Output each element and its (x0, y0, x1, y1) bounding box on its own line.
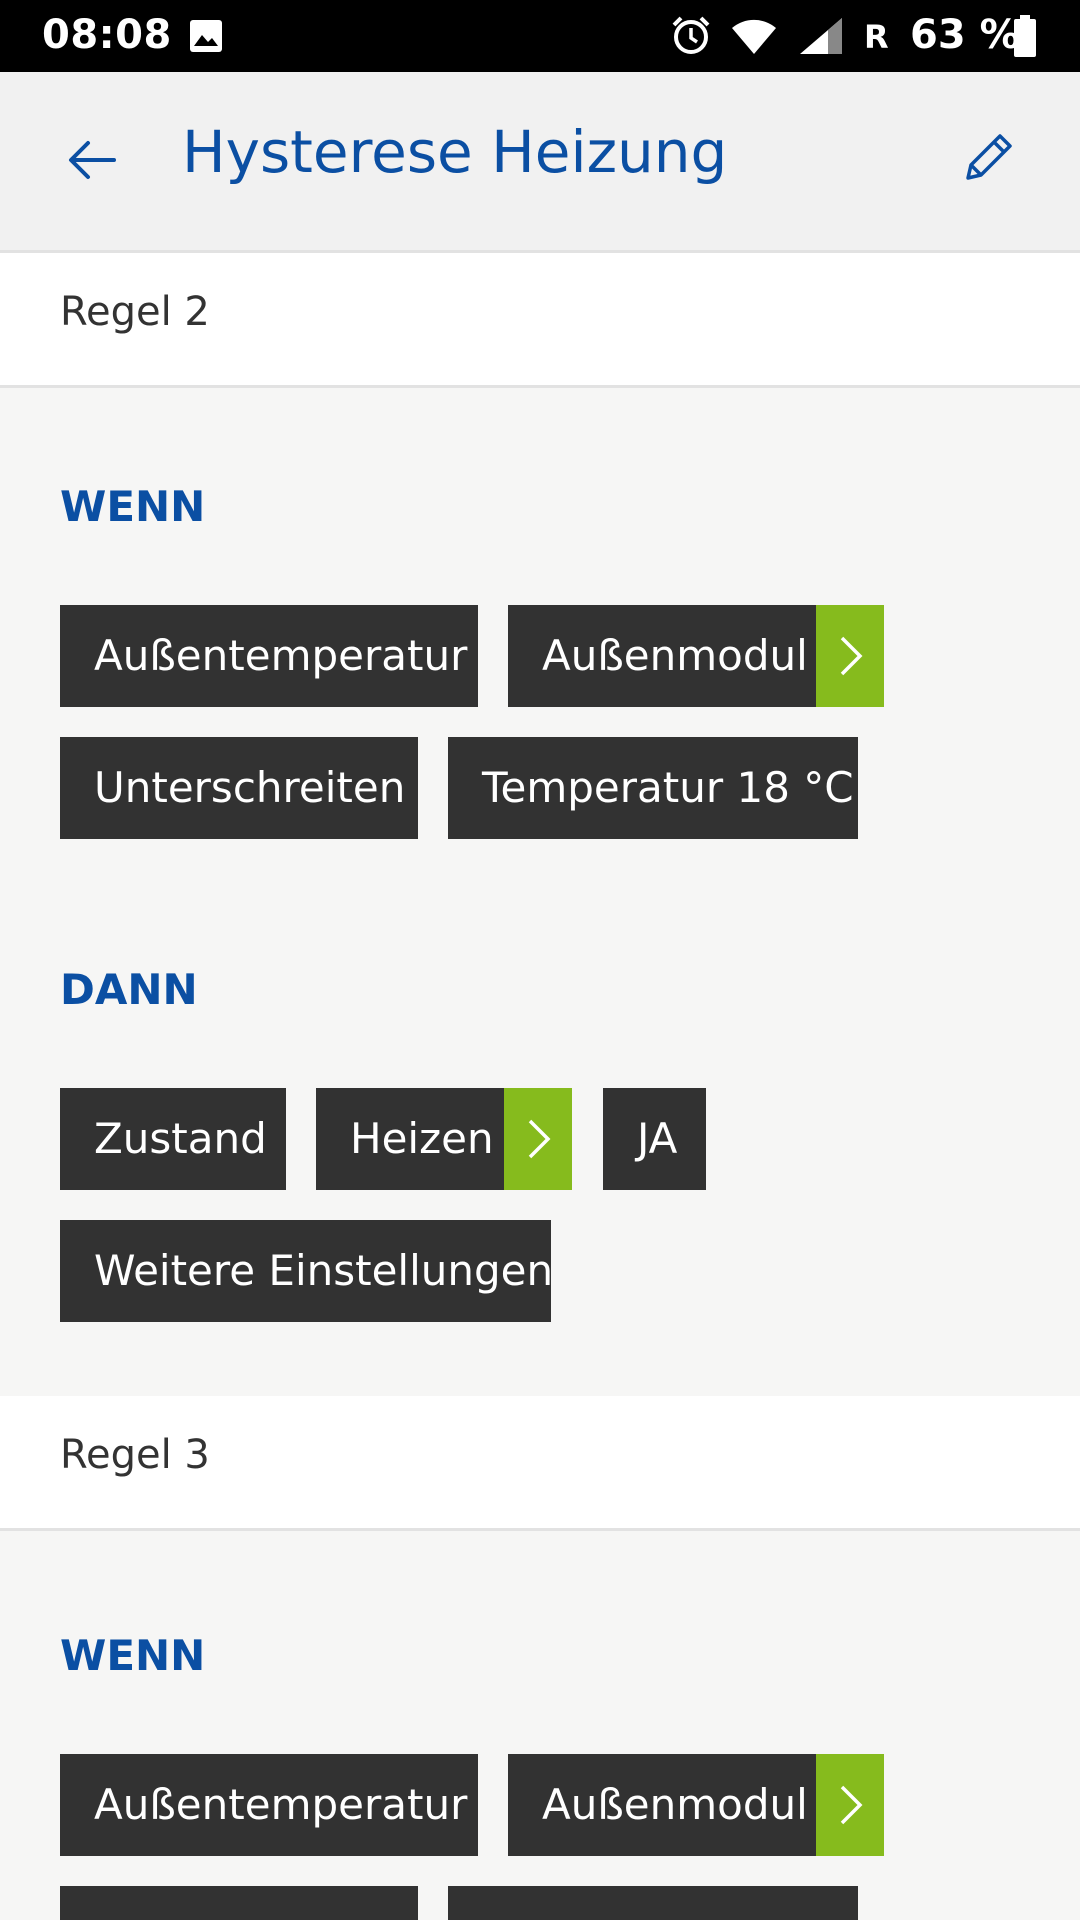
app-bar: Hysterese Heizung (0, 72, 1080, 253)
action-chip-property[interactable]: Zustand (60, 1088, 286, 1190)
pencil-icon[interactable] (962, 128, 1018, 184)
roaming-indicator: R (864, 18, 889, 56)
condition-chip-partial[interactable] (448, 1886, 858, 1920)
action-chip-target[interactable]: Heizen (316, 1088, 506, 1190)
status-time: 08:08 (42, 12, 172, 58)
chevron-right-icon[interactable] (504, 1088, 572, 1190)
rule-header-regel-2[interactable]: Regel 2 (0, 253, 1080, 388)
action-chip-value[interactable]: JA (603, 1088, 706, 1190)
alarm-icon (672, 16, 710, 54)
condition-chip-device[interactable]: Außenmodul (508, 1754, 818, 1856)
battery-icon (1014, 15, 1036, 57)
condition-chip-sensor[interactable]: Außentemperatur (60, 605, 478, 707)
page-title: Hysterese Heizung (182, 118, 728, 186)
rule-title: Regel 2 (60, 289, 210, 335)
status-bar: 08:08 R 63 % (0, 0, 1080, 72)
rule-title: Regel 3 (60, 1432, 210, 1478)
signal-icon (800, 18, 842, 54)
condition-chip-partial[interactable] (60, 1886, 418, 1920)
condition-chip-device[interactable]: Außenmodul (508, 605, 818, 707)
condition-chip-value[interactable]: Temperatur 18 °C (448, 737, 858, 839)
condition-chip-operator[interactable]: Unterschreiten (60, 737, 418, 839)
wenn-label: WENN (60, 1631, 206, 1680)
rule-header-regel-3[interactable]: Regel 3 (0, 1396, 1080, 1531)
chevron-right-icon[interactable] (816, 1754, 884, 1856)
wifi-icon (732, 19, 776, 54)
chevron-right-icon[interactable] (816, 605, 884, 707)
arrow-left-icon[interactable] (62, 130, 122, 190)
condition-chip-sensor[interactable]: Außentemperatur (60, 1754, 478, 1856)
wenn-label: WENN (60, 482, 206, 531)
gallery-icon (190, 20, 222, 52)
battery-percent: 63 % (910, 12, 1020, 58)
more-settings-button[interactable]: Weitere Einstellungen (60, 1220, 553, 1322)
dann-label: DANN (60, 965, 198, 1014)
